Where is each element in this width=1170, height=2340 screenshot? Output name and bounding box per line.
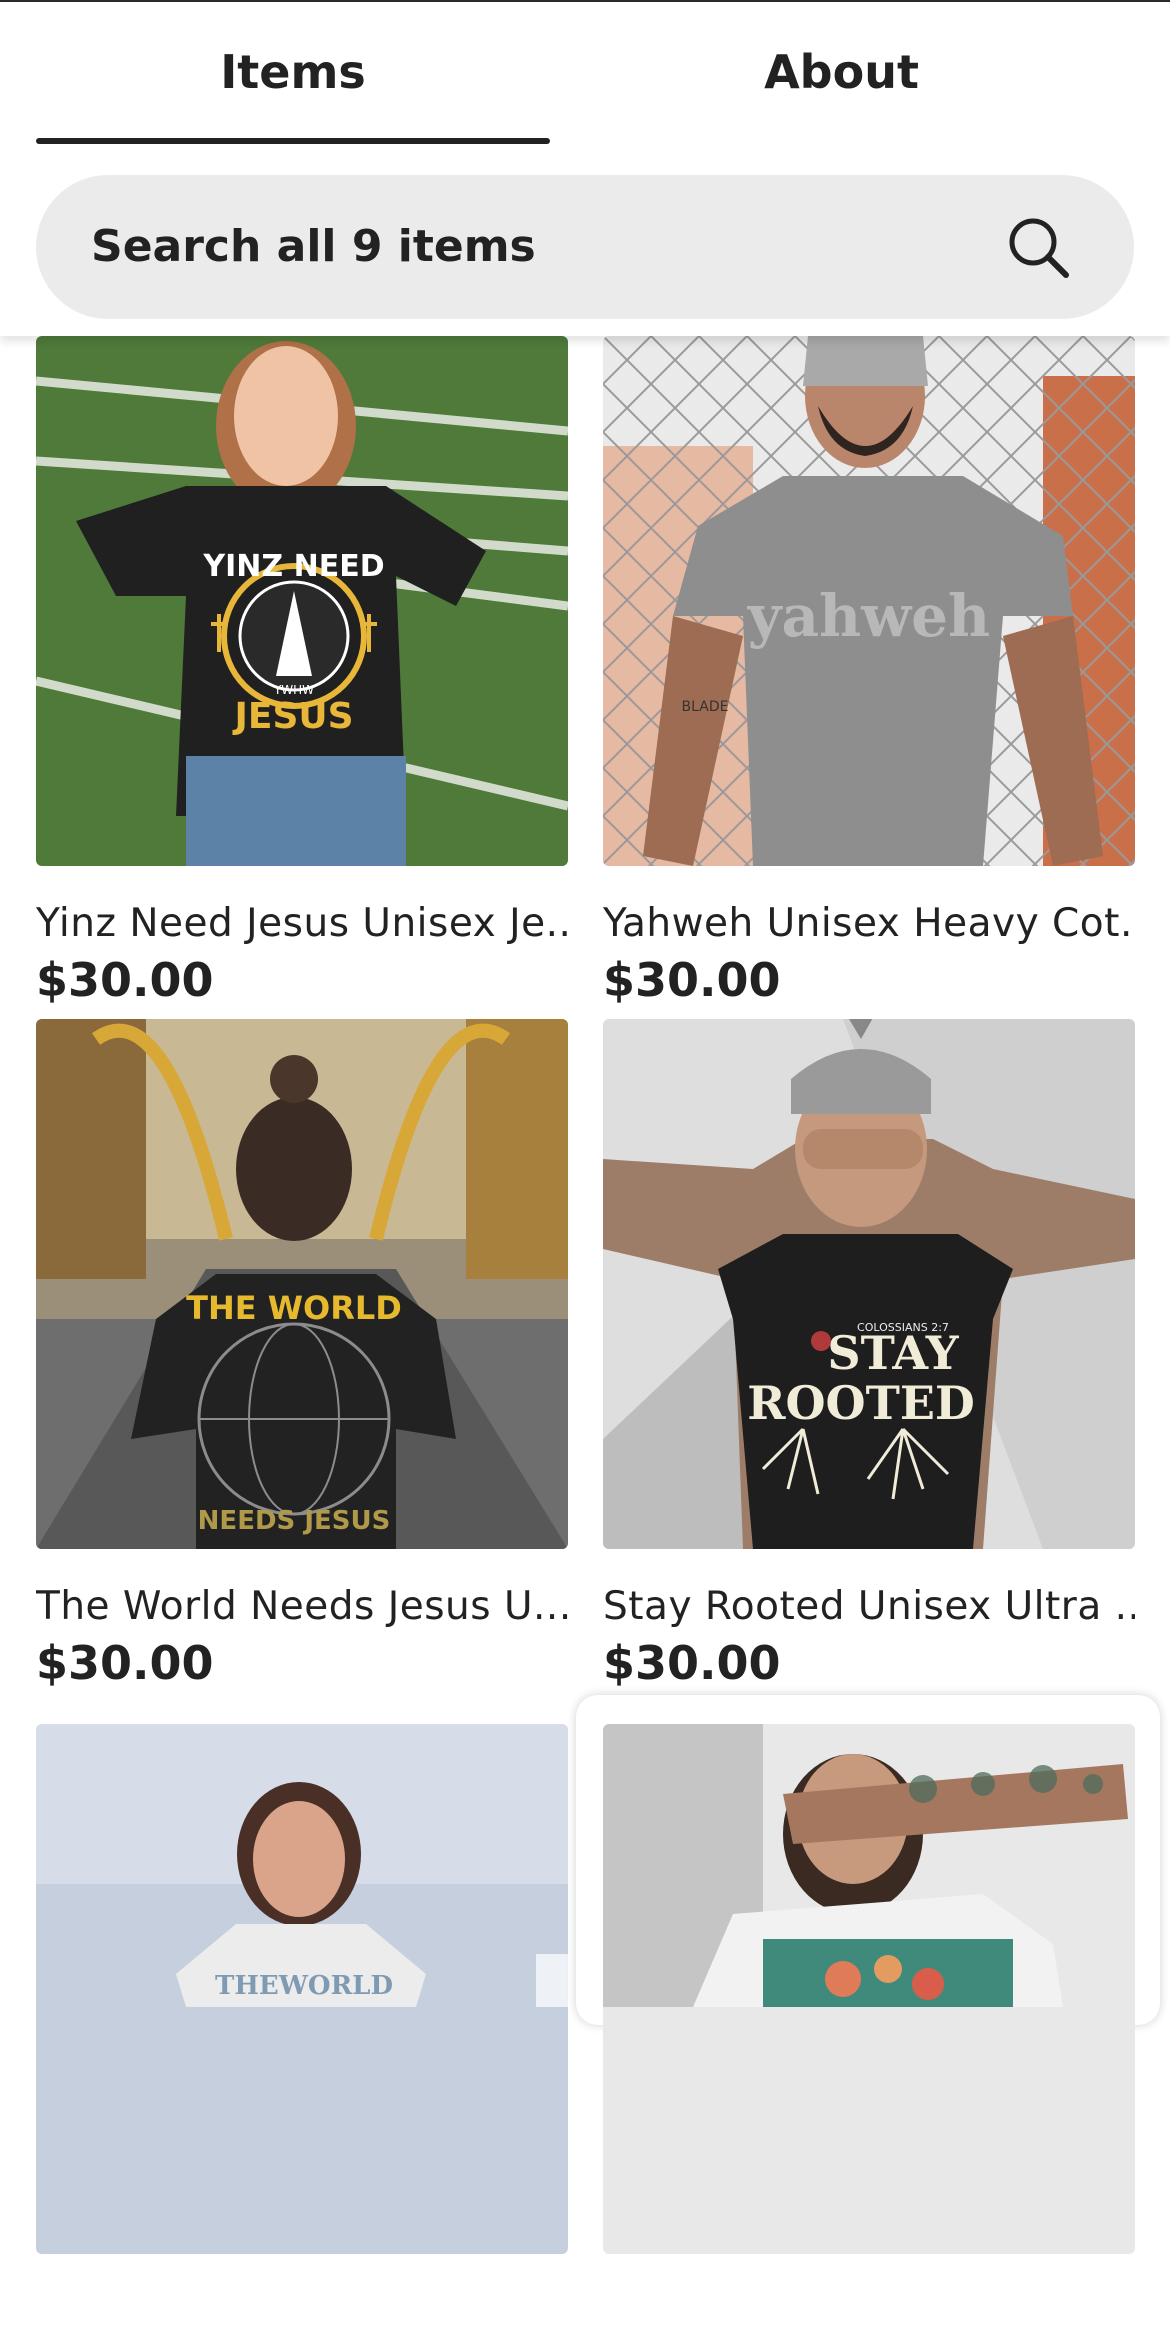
shirt-text: THEWORLD (215, 1971, 393, 2001)
tattoo-text: BLADE (682, 699, 729, 715)
product-price: $30.00 (36, 1636, 214, 1690)
product-price: $30.00 (603, 953, 781, 1007)
product-price: $30.00 (603, 1636, 781, 1690)
shop-header: Items About Search all 9 items (0, 2, 1170, 336)
product-image[interactable]: THE WORLD NEEDS JESUS (36, 1019, 568, 1549)
product-price: $30.00 (36, 953, 214, 1007)
tab-about[interactable]: About (585, 42, 1098, 102)
product-title[interactable]: Yahweh Unisex Heavy Cot... (603, 896, 1135, 952)
shirt-text-bottom: JESUS (231, 696, 353, 737)
tab-items[interactable]: Items (36, 42, 550, 102)
shirt-text-line2: ROOTED (747, 1376, 975, 1430)
shirt-text-line1: STAY (827, 1326, 959, 1380)
product-image[interactable]: COLOSSIANS 2:7 STAY ROOTED (603, 1019, 1135, 1549)
product-title[interactable]: The World Needs Jesus U... (36, 1579, 568, 1635)
product-image[interactable]: YINZ NEED YWHW JESUS (36, 336, 568, 866)
search-input[interactable]: Search all 9 items (36, 175, 1134, 319)
product-image[interactable] (603, 1724, 1135, 2254)
shirt-text-small: YWHW (273, 683, 314, 697)
search-placeholder: Search all 9 items (91, 221, 536, 272)
search-icon[interactable] (1006, 215, 1072, 281)
product-title[interactable] (603, 2284, 1135, 2340)
shirt-text: yahweh (747, 582, 990, 650)
product-title[interactable]: Yinz Need Jesus Unisex Je... (36, 896, 568, 952)
active-tab-indicator (36, 138, 550, 144)
shirt-text-top: THE WORLD (186, 1289, 402, 1327)
product-image[interactable]: THEWORLD (36, 1724, 568, 2254)
product-image[interactable]: yahweh BLADE (603, 336, 1135, 866)
product-title[interactable]: Stay Rooted Unisex Ultra ... (603, 1579, 1135, 1635)
product-title[interactable] (36, 2284, 568, 2340)
shirt-text-top: YINZ NEED (202, 549, 384, 584)
shirt-text-bottom: NEEDS JESUS (198, 1506, 391, 1536)
